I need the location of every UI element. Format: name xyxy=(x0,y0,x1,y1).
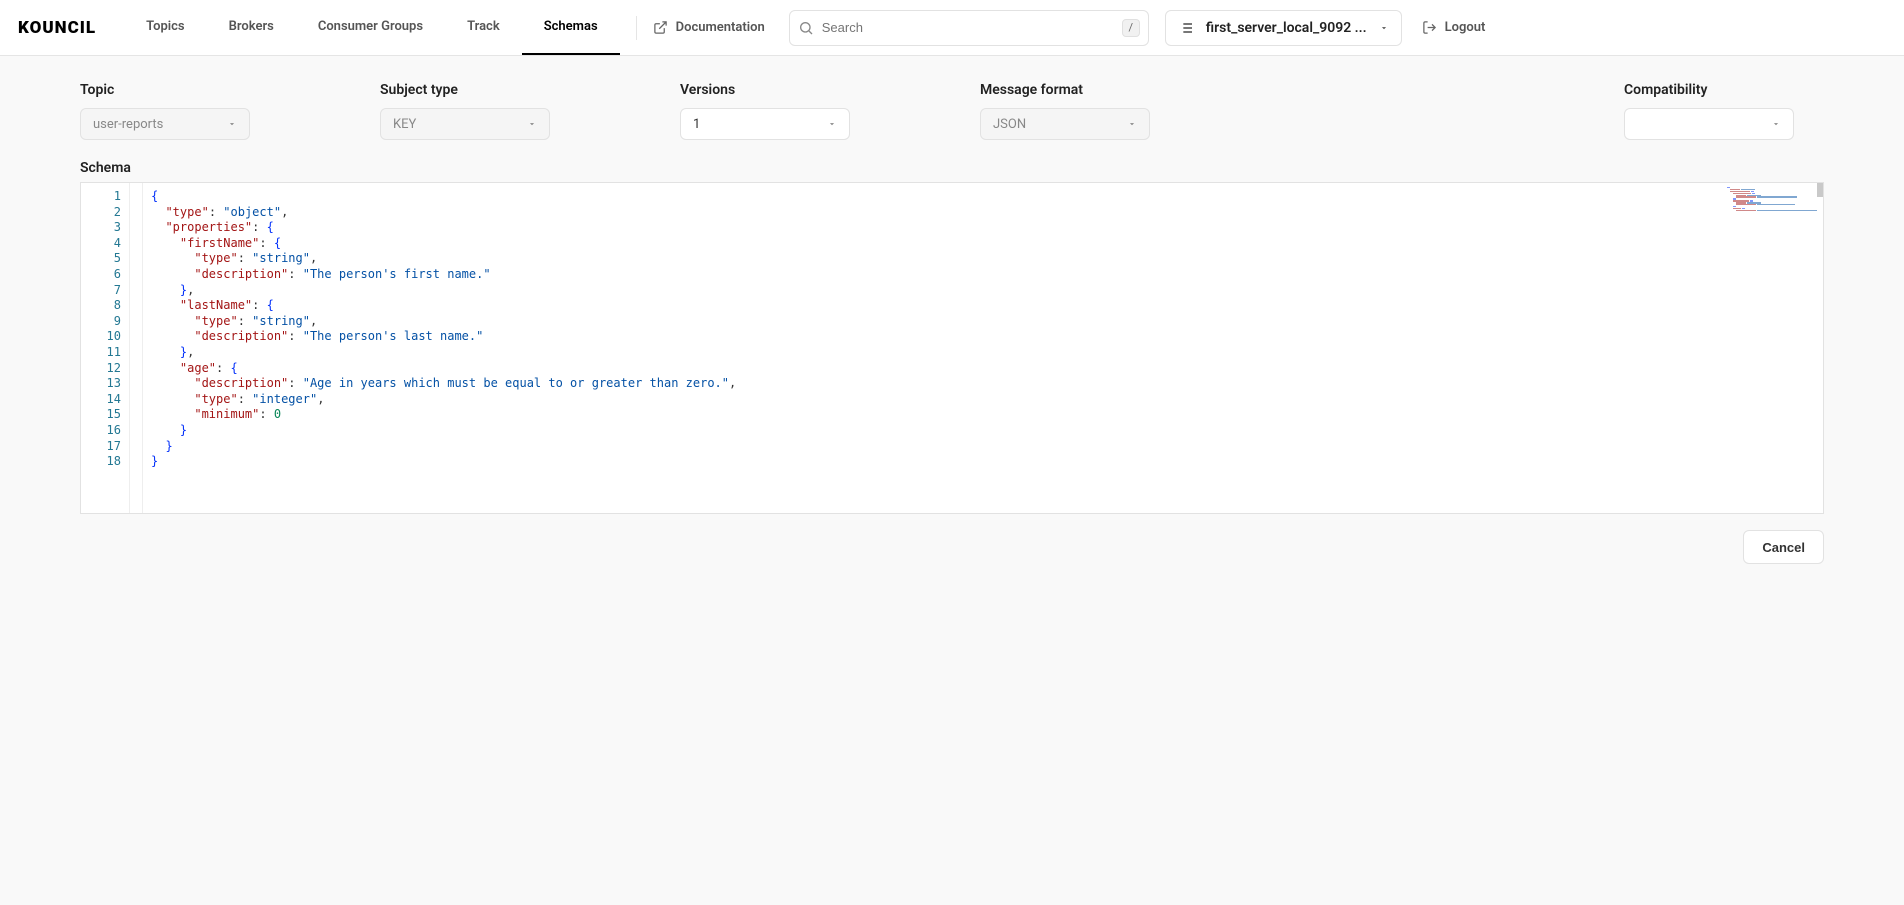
filter-versions: Versions 1 xyxy=(680,82,980,140)
logout-label: Logout xyxy=(1445,20,1486,35)
topic-value: user-reports xyxy=(93,117,163,132)
filter-topic-label: Topic xyxy=(80,82,380,98)
subject-type-select[interactable]: KEY xyxy=(380,108,550,140)
filter-topic: Topic user-reports xyxy=(80,82,380,140)
logout-button[interactable]: Logout xyxy=(1422,20,1486,35)
format-value: JSON xyxy=(993,117,1026,132)
filter-compatibility: Compatibility xyxy=(1624,82,1824,140)
chevron-down-icon xyxy=(1127,119,1137,129)
nav-consumer-groups[interactable]: Consumer Groups xyxy=(296,0,445,55)
subject-type-value: KEY xyxy=(393,117,416,132)
nav-topics[interactable]: Topics xyxy=(124,0,207,55)
nav-track[interactable]: Track xyxy=(445,0,522,55)
schema-editor[interactable]: 123456789101112131415161718 { "type": "o… xyxy=(80,182,1824,514)
chevron-down-icon xyxy=(227,119,237,129)
chevron-down-icon xyxy=(1771,119,1781,129)
documentation-link[interactable]: Documentation xyxy=(653,20,765,35)
filter-subject-label: Subject type xyxy=(380,82,680,98)
filter-format-label: Message format xyxy=(980,82,1280,98)
format-select[interactable]: JSON xyxy=(980,108,1150,140)
logo: KOUNCIL xyxy=(18,18,96,38)
external-link-icon xyxy=(653,20,668,35)
list-icon xyxy=(1178,20,1194,36)
search-input[interactable] xyxy=(822,20,1122,35)
editor-scrollbar[interactable] xyxy=(1817,183,1823,197)
search-shortcut: / xyxy=(1122,19,1140,37)
nav-brokers[interactable]: Brokers xyxy=(207,0,296,55)
filter-message-format: Message format JSON xyxy=(980,82,1280,140)
server-label: first_server_local_9092 ... xyxy=(1206,20,1367,36)
content: Topic user-reports Subject type KEY Vers… xyxy=(0,56,1904,590)
chevron-down-icon xyxy=(1379,23,1389,33)
documentation-label: Documentation xyxy=(676,20,765,35)
minimap[interactable] xyxy=(1727,187,1817,213)
compatibility-select[interactable] xyxy=(1624,108,1794,140)
fold-ruler xyxy=(129,183,143,513)
logout-icon xyxy=(1422,20,1437,35)
server-selector[interactable]: first_server_local_9092 ... xyxy=(1165,10,1402,46)
chevron-down-icon xyxy=(827,119,837,129)
topic-select[interactable]: user-reports xyxy=(80,108,250,140)
line-gutter: 123456789101112131415161718 xyxy=(81,183,129,513)
search-icon xyxy=(798,20,814,36)
versions-value: 1 xyxy=(693,117,700,132)
header: KOUNCIL Topics Brokers Consumer Groups T… xyxy=(0,0,1904,56)
search-box[interactable]: / xyxy=(789,10,1149,46)
filters-row: Topic user-reports Subject type KEY Vers… xyxy=(80,82,1824,140)
cancel-button[interactable]: Cancel xyxy=(1743,530,1824,564)
chevron-down-icon xyxy=(527,119,537,129)
schema-label: Schema xyxy=(80,160,1824,176)
filter-versions-label: Versions xyxy=(680,82,980,98)
actions-row: Cancel xyxy=(80,530,1824,564)
nav-schemas[interactable]: Schemas xyxy=(522,0,620,55)
filter-subject-type: Subject type KEY xyxy=(380,82,680,140)
nav-separator xyxy=(636,16,637,40)
code-area[interactable]: { "type": "object", "properties": { "fir… xyxy=(143,183,1823,513)
filter-compat-label: Compatibility xyxy=(1624,82,1824,98)
versions-select[interactable]: 1 xyxy=(680,108,850,140)
main-nav: Topics Brokers Consumer Groups Track Sch… xyxy=(124,0,620,55)
